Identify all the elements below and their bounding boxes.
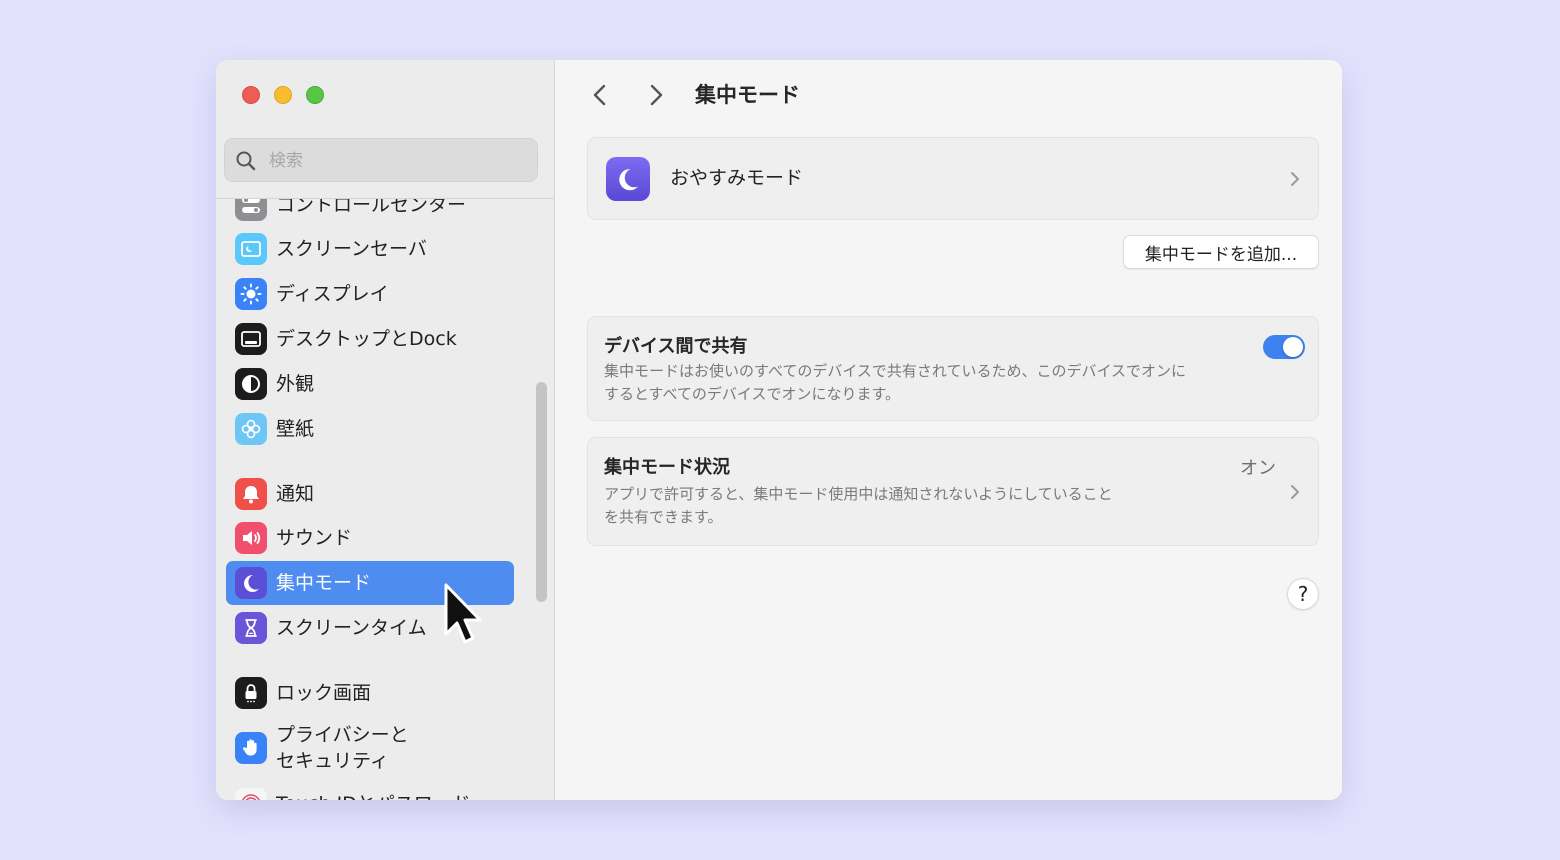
moon-icon — [606, 157, 650, 201]
chevron-right-icon — [1291, 172, 1299, 186]
sidebar-item-label: コントロールセンター — [276, 199, 467, 216]
search-icon — [236, 151, 256, 171]
sidebar-item-label: スクリーンタイム — [276, 617, 427, 639]
sidebar-item-label: 集中モード — [276, 572, 372, 594]
main-pane: 集中モード おやすみモード 集中モードを追加... デバイス間で共有 集中モード… — [555, 60, 1342, 800]
speaker-icon — [235, 522, 267, 554]
sidebar-item-label: スクリーンセーバ — [276, 238, 427, 260]
minimize-window-button[interactable] — [274, 86, 292, 104]
share-description: 集中モードはお使いのすべてのデバイスで共有されているため、このデバイスでオンに … — [604, 360, 1186, 406]
sidebar-item-sound[interactable]: サウンド — [226, 516, 514, 560]
sidebar-item-label: 外観 — [276, 373, 315, 395]
sidebar-list: コントロールセンター スクリーンセーバ ディスプレイ デスクトップとDock 外… — [216, 199, 554, 800]
close-window-button[interactable] — [242, 86, 260, 104]
sidebar: コントロールセンター スクリーンセーバ ディスプレイ デスクトップとDock — [216, 60, 555, 800]
sidebar-item-privacy-security[interactable]: プライバシーと セキュリティ — [226, 721, 514, 775]
desktop-dock-icon — [235, 323, 267, 355]
sidebar-item-lock-screen[interactable]: ロック画面 — [226, 671, 514, 715]
sidebar-item-screensaver[interactable]: スクリーンセーバ — [226, 227, 514, 271]
sidebar-scrollbar[interactable] — [536, 382, 547, 602]
sidebar-item-label: Touch IDとパスワード — [276, 782, 471, 800]
hand-icon — [235, 732, 267, 764]
sidebar-item-notifications[interactable]: 通知 — [226, 472, 514, 516]
display-brightness-icon — [235, 278, 267, 310]
toggle-knob — [1283, 337, 1303, 357]
search-input[interactable] — [267, 139, 531, 183]
chevron-right-icon — [1291, 485, 1299, 499]
wallpaper-flower-icon — [235, 413, 267, 445]
add-focus-mode-button[interactable]: 集中モードを追加... — [1123, 235, 1319, 269]
focus-status-value: オン — [1240, 458, 1276, 479]
focus-status-description: アプリで許可すると、集中モード使用中は通知されないようにしていること を共有でき… — [604, 483, 1113, 529]
screensaver-icon — [235, 233, 267, 265]
focus-mode-row-sleep[interactable]: おやすみモード — [587, 137, 1319, 220]
sidebar-item-label: 壁紙 — [276, 418, 315, 440]
sidebar-item-wallpaper[interactable]: 壁紙 — [226, 407, 514, 451]
share-across-devices-card: デバイス間で共有 集中モードはお使いのすべてのデバイスで共有されているため、この… — [587, 316, 1319, 421]
page-title: 集中モード — [695, 83, 800, 107]
zoom-window-button[interactable] — [306, 86, 324, 104]
share-toggle[interactable] — [1263, 335, 1305, 359]
control-center-icon — [235, 199, 267, 221]
share-title: デバイス間で共有 — [604, 336, 748, 357]
sidebar-item-label: ディスプレイ — [276, 283, 389, 305]
sidebar-item-label: プライバシーと — [276, 724, 409, 746]
settings-window: コントロールセンター スクリーンセーバ ディスプレイ デスクトップとDock — [216, 60, 1342, 800]
sidebar-item-touch-id[interactable]: Touch IDとパスワード — [226, 782, 514, 800]
focus-status-title: 集中モード状況 — [604, 457, 730, 478]
sidebar-item-label: ロック画面 — [276, 682, 372, 704]
share-description-line: 集中モードはお使いのすべてのデバイスで共有されているため、このデバイスでオンに — [604, 362, 1187, 380]
lock-icon — [235, 677, 267, 709]
sidebar-item-display[interactable]: ディスプレイ — [226, 272, 514, 316]
focus-status-description-line: アプリで許可すると、集中モード使用中は通知されないようにしていること — [604, 485, 1113, 503]
sidebar-item-desktop-dock[interactable]: デスクトップとDock — [226, 317, 514, 361]
moon-icon — [235, 567, 267, 599]
hourglass-icon — [235, 612, 267, 644]
sidebar-item-appearance[interactable]: 外観 — [226, 362, 514, 406]
sidebar-item-label: デスクトップとDock — [276, 328, 457, 350]
help-button[interactable]: ? — [1287, 578, 1319, 610]
sidebar-item-label: サウンド — [276, 527, 353, 549]
back-button[interactable] — [585, 80, 615, 110]
sidebar-item-label: 通知 — [276, 483, 315, 505]
focus-status-description-line: を共有できます。 — [604, 508, 723, 526]
fingerprint-icon — [235, 788, 267, 800]
search-box[interactable] — [224, 138, 538, 183]
sidebar-item-control-center[interactable]: コントロールセンター — [226, 199, 514, 227]
sidebar-item-label: セキュリティ — [276, 750, 389, 772]
focus-mode-label: おやすみモード — [670, 167, 804, 189]
mouse-pointer-icon — [444, 583, 482, 644]
share-description-line: するとすべてのデバイスでオンになります。 — [604, 385, 900, 403]
forward-button[interactable] — [641, 80, 671, 110]
appearance-icon — [235, 368, 267, 400]
focus-status-row[interactable]: 集中モード状況 オン アプリで許可すると、集中モード使用中は通知されないようにし… — [587, 437, 1319, 546]
notification-bell-icon — [235, 478, 267, 510]
